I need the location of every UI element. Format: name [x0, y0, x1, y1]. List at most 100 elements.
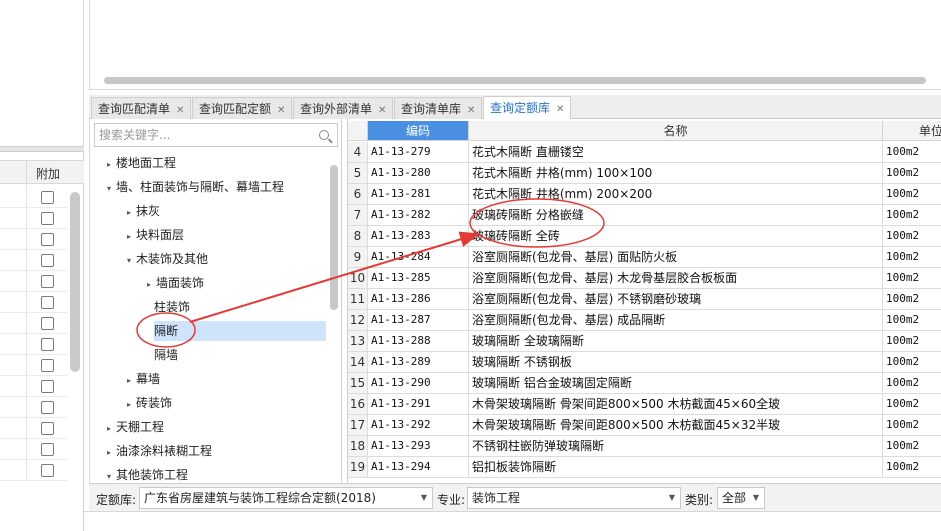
- search-input[interactable]: [99, 127, 309, 143]
- row-number-cell[interactable]: 13: [348, 331, 368, 352]
- collapse-arrow-icon[interactable]: ▸: [104, 419, 114, 439]
- name-cell[interactable]: 浴室厕隔断(包龙骨、基层) 不锈钢磨砂玻璃: [469, 289, 883, 310]
- tree-node[interactable]: ▸ 油漆涂料裱糊工程: [104, 441, 212, 461]
- attach-checkbox[interactable]: [41, 296, 54, 309]
- collapse-arrow-icon[interactable]: ▸: [124, 227, 134, 247]
- name-cell[interactable]: 木骨架玻璃隔断 骨架间距800×500 木枋截面45×32半玻: [469, 415, 883, 436]
- row-number-cell[interactable]: 15: [348, 373, 368, 394]
- horizontal-scrollbar[interactable]: [104, 77, 926, 84]
- name-column-header[interactable]: 名称: [469, 121, 883, 141]
- table-row[interactable]: 5 A1-13-280 花式木隔断 井格(mm) 100×100 100m2: [348, 163, 941, 184]
- table-row[interactable]: 8 A1-13-283 玻璃砖隔断 全砖 100m2: [348, 226, 941, 247]
- code-cell[interactable]: A1-13-285: [368, 268, 469, 289]
- close-icon[interactable]: ✕: [176, 105, 184, 116]
- unit-cell[interactable]: 100m2: [883, 373, 941, 394]
- name-cell[interactable]: 玻璃砖隔断 分格嵌缝: [469, 205, 883, 226]
- table-row[interactable]: 19 A1-13-294 铝扣板装饰隔断 100m2: [348, 457, 941, 478]
- tree-node[interactable]: ▸ 砖装饰: [124, 393, 172, 413]
- code-cell[interactable]: A1-13-289: [368, 352, 469, 373]
- category-select[interactable]: 全部 ▼: [717, 487, 765, 509]
- unit-cell[interactable]: 100m2: [883, 163, 941, 184]
- table-row[interactable]: 12 A1-13-287 浴室厕隔断(包龙骨、基层) 成品隔断 100m2: [348, 310, 941, 331]
- collapse-arrow-icon[interactable]: ▸: [104, 443, 114, 463]
- expand-arrow-icon[interactable]: ▾: [104, 179, 114, 199]
- code-column-header[interactable]: 编码: [368, 121, 469, 141]
- row-number-cell[interactable]: 18: [348, 436, 368, 457]
- name-cell[interactable]: 花式木隔断 直栅镂空: [469, 142, 883, 163]
- name-cell[interactable]: 木骨架玻璃隔断 骨架间距800×500 木枋截面45×60全玻: [469, 394, 883, 415]
- code-cell[interactable]: A1-13-288: [368, 331, 469, 352]
- attach-checkbox[interactable]: [41, 191, 54, 204]
- name-cell[interactable]: 花式木隔断 井格(mm) 100×100: [469, 163, 883, 184]
- attach-checkbox[interactable]: [41, 317, 54, 330]
- unit-cell[interactable]: 100m2: [883, 352, 941, 373]
- tree-node[interactable]: ▾ 木装饰及其他: [124, 249, 208, 269]
- attach-checkbox[interactable]: [41, 380, 54, 393]
- code-cell[interactable]: A1-13-284: [368, 247, 469, 268]
- tab-query-bill-library[interactable]: 查询清单库 ✕: [394, 97, 483, 119]
- row-number-cell[interactable]: 6: [348, 184, 368, 205]
- unit-cell[interactable]: 100m2: [883, 268, 941, 289]
- tree-vertical-scrollbar[interactable]: [330, 165, 338, 310]
- table-row[interactable]: 14 A1-13-289 玻璃隔断 不锈钢板 100m2: [348, 352, 941, 373]
- code-cell[interactable]: A1-13-291: [368, 394, 469, 415]
- row-number-cell[interactable]: 11: [348, 289, 368, 310]
- name-cell[interactable]: 不锈钢柱嵌防弹玻璃隔断: [469, 436, 883, 457]
- tree-node[interactable]: ▾ 其他装饰工程: [104, 465, 188, 485]
- unit-cell[interactable]: 100m2: [883, 457, 941, 478]
- row-number-cell[interactable]: 9: [348, 247, 368, 268]
- close-icon[interactable]: ✕: [467, 105, 475, 116]
- code-cell[interactable]: A1-13-286: [368, 289, 469, 310]
- name-cell[interactable]: 浴室厕隔断(包龙骨、基层) 木龙骨基层胶合板板面: [469, 268, 883, 289]
- attach-checkbox[interactable]: [41, 401, 54, 414]
- unit-cell[interactable]: 100m2: [883, 415, 941, 436]
- tree-node[interactable]: 柱装饰: [154, 297, 190, 317]
- tab-query-matched-quota[interactable]: 查询匹配定额 ✕: [192, 97, 293, 119]
- tree-node[interactable]: ▸ 楼地面工程: [104, 153, 176, 173]
- expand-arrow-icon[interactable]: ▾: [124, 251, 134, 271]
- tree-node[interactable]: ▸ 幕墙: [124, 369, 160, 389]
- tree-node[interactable]: ▸ 墙面装饰: [144, 273, 204, 293]
- search-icon[interactable]: [319, 130, 329, 140]
- code-cell[interactable]: A1-13-292: [368, 415, 469, 436]
- attach-checkbox[interactable]: [41, 338, 54, 351]
- unit-cell[interactable]: 100m2: [883, 331, 941, 352]
- tree-node[interactable]: ▸ 块料面层: [124, 225, 184, 245]
- tree-node[interactable]: ▸ 天棚工程: [104, 417, 164, 437]
- table-row[interactable]: 4 A1-13-279 花式木隔断 直栅镂空 100m2: [348, 142, 941, 163]
- close-icon[interactable]: ✕: [378, 105, 386, 116]
- unit-cell[interactable]: 100m2: [883, 226, 941, 247]
- code-cell[interactable]: A1-13-281: [368, 184, 469, 205]
- name-cell[interactable]: 玻璃砖隔断 全砖: [469, 226, 883, 247]
- table-row[interactable]: 16 A1-13-291 木骨架玻璃隔断 骨架间距800×500 木枋截面45×60…: [348, 394, 941, 415]
- tree-node[interactable]: 隔断: [154, 321, 326, 341]
- collapse-arrow-icon[interactable]: ▸: [144, 275, 154, 295]
- left-vertical-scrollbar[interactable]: [70, 192, 80, 372]
- attach-checkbox[interactable]: [41, 233, 54, 246]
- row-number-cell[interactable]: 5: [348, 163, 368, 184]
- table-row[interactable]: 13 A1-13-288 玻璃隔断 全玻璃隔断 100m2: [348, 331, 941, 352]
- code-cell[interactable]: A1-13-287: [368, 310, 469, 331]
- name-cell[interactable]: 玻璃隔断 铝合金玻璃固定隔断: [469, 373, 883, 394]
- attach-checkbox[interactable]: [41, 464, 54, 477]
- close-icon[interactable]: ✕: [556, 104, 564, 115]
- tree-node[interactable]: 隔墙: [154, 345, 178, 365]
- quota-library-select[interactable]: 广东省房屋建筑与装饰工程综合定额(2018) ▼: [139, 487, 433, 509]
- name-cell[interactable]: 浴室厕隔断(包龙骨、基层) 面贴防火板: [469, 247, 883, 268]
- row-number-cell[interactable]: 4: [348, 142, 368, 163]
- unit-cell[interactable]: 100m2: [883, 142, 941, 163]
- tree-node[interactable]: ▾ 墙、柱面装饰与隔断、幕墙工程: [104, 177, 284, 197]
- collapse-arrow-icon[interactable]: ▸: [124, 371, 134, 391]
- row-number-cell[interactable]: 19: [348, 457, 368, 478]
- attach-checkbox[interactable]: [41, 443, 54, 456]
- unit-cell[interactable]: 100m2: [883, 205, 941, 226]
- table-row[interactable]: 11 A1-13-286 浴室厕隔断(包龙骨、基层) 不锈钢磨砂玻璃 100m2: [348, 289, 941, 310]
- collapse-arrow-icon[interactable]: ▸: [104, 155, 114, 175]
- attach-checkbox[interactable]: [41, 359, 54, 372]
- code-cell[interactable]: A1-13-282: [368, 205, 469, 226]
- unit-column-header[interactable]: 单位: [883, 121, 941, 141]
- row-number-cell[interactable]: 7: [348, 205, 368, 226]
- unit-cell[interactable]: 100m2: [883, 247, 941, 268]
- code-cell[interactable]: A1-13-294: [368, 457, 469, 478]
- name-cell[interactable]: 玻璃隔断 全玻璃隔断: [469, 331, 883, 352]
